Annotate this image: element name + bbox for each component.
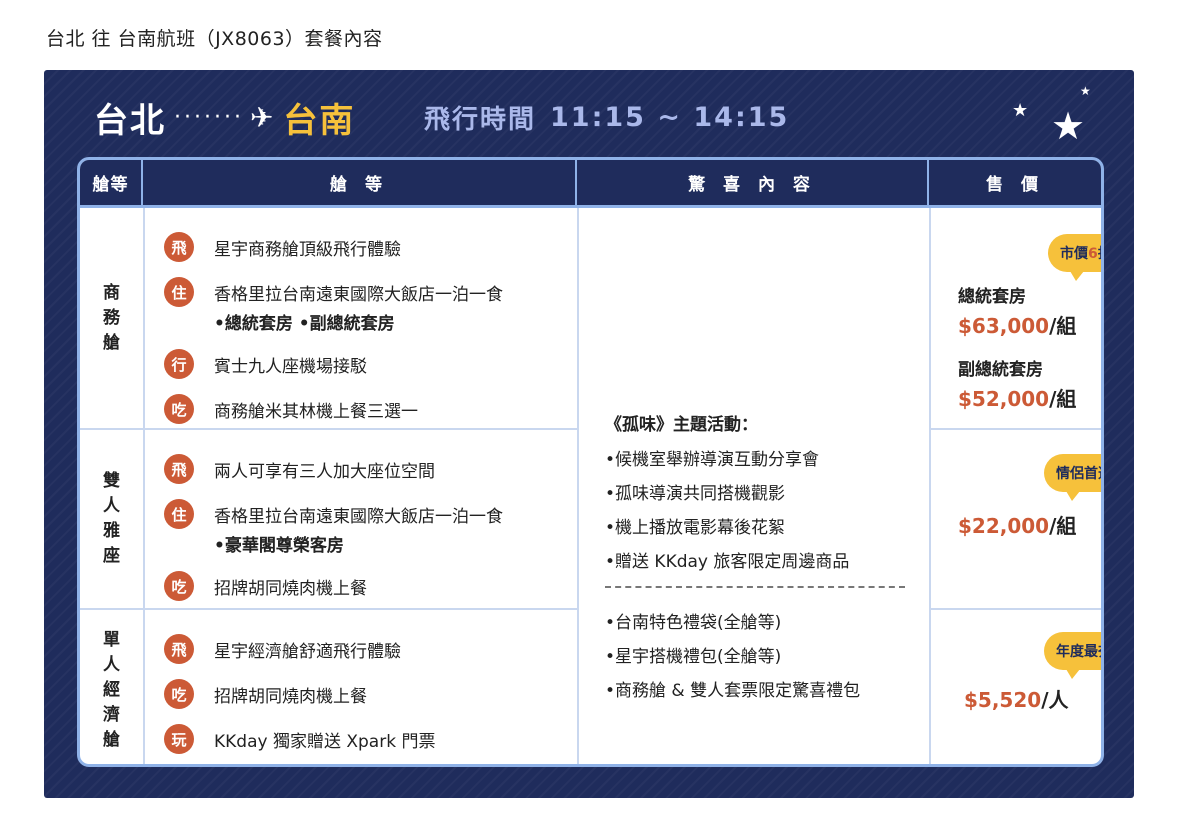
column-divider	[929, 208, 931, 764]
list-item: 行 賓士九人座機場接駁	[164, 349, 574, 379]
list-item: •候機室舉辦導演互動分享會	[605, 450, 820, 470]
perks-business: 飛 星宇商務艙頂級飛行體驗 住 香格里拉台南遠東國際大飯店一泊一食 •總統套房 …	[164, 232, 574, 424]
list-item: 玩 KKday 獨家贈送 Xpark 門票	[164, 724, 574, 754]
price-value: $5,520/人	[964, 688, 1069, 712]
surprise-heading: 《孤味》主題活動：	[605, 415, 758, 435]
list-item: 住 香格里拉台南遠東國際大飯店一泊一食 •豪華閣尊榮客房	[164, 499, 574, 556]
list-item: •機上播放電影幕後花絮	[605, 518, 786, 538]
perks-economy: 飛 星宇經濟艙舒適飛行體驗 吃 招牌胡同燒肉機上餐 玩 KKday 獨家贈送 X…	[164, 634, 574, 754]
list-item: 飛 兩人可享有三人加大座位空間	[164, 454, 574, 484]
discount-badge: 市價6折	[1048, 234, 1101, 281]
list-item: •商務艙 & 雙人套票限定驚喜禮包	[605, 681, 861, 701]
list-item: 吃 招牌胡同燒肉機上餐	[164, 679, 574, 709]
airplane-icon: ✈	[249, 100, 274, 134]
price-value: $52,000/組	[958, 387, 1077, 411]
header-class: 艙等	[80, 160, 143, 205]
star-icon: ★	[1012, 100, 1029, 121]
column-divider	[577, 208, 579, 764]
fly-tag-icon: 飛	[164, 454, 194, 484]
list-item: •孤味導演共同搭機觀影	[605, 484, 786, 504]
list-item: 吃 招牌胡同燒肉機上餐	[164, 571, 574, 601]
page-title: 台北 往 台南航班（JX8063）套餐內容	[46, 28, 383, 50]
class-couple: 雙 人 雅 座	[103, 471, 120, 566]
star-icon: ★	[1051, 104, 1086, 148]
list-item: 飛 星宇經濟艙舒適飛行體驗	[164, 634, 574, 664]
class-business: 商 務 艙	[103, 282, 120, 353]
table-header: 艙等 艙 等 驚 喜 內 容 售 價	[80, 160, 1101, 208]
price-label: 副總統套房	[958, 360, 1043, 380]
hot-badge: 年度最夯	[1044, 632, 1101, 679]
route-header: 台北 ······· ✈ 台南	[94, 92, 355, 142]
price-value: $22,000/組	[958, 514, 1077, 538]
meal-tag-icon: 吃	[164, 394, 194, 424]
origin-city: 台北	[94, 100, 166, 141]
list-item: 飛 星宇商務艙頂級飛行體驗	[164, 232, 574, 262]
surprise-content: 《孤味》主題活動： •候機室舉辦導演互動分享會 •孤味導演共同搭機觀影 •機上播…	[605, 410, 915, 710]
row-divider	[929, 428, 1101, 430]
header-content: 艙 等	[143, 160, 577, 205]
route-dots: ·······	[174, 104, 244, 130]
couple-badge: 情侶首選	[1044, 454, 1101, 501]
fly-tag-icon: 飛	[164, 232, 194, 262]
perks-couple: 飛 兩人可享有三人加大座位空間 住 香格里拉台南遠東國際大飯店一泊一食 •豪華閣…	[164, 454, 574, 601]
meal-tag-icon: 吃	[164, 571, 194, 601]
stay-tag-icon: 住	[164, 277, 194, 307]
column-divider	[143, 208, 145, 764]
list-item: 吃 商務艙米其林機上餐三選一	[164, 394, 574, 424]
row-divider	[80, 608, 577, 610]
header-price: 售 價	[986, 175, 1044, 195]
star-icon: ★	[1080, 84, 1091, 98]
price-value: $63,000/組	[958, 314, 1077, 338]
flight-time: 飛行時間 11:15 ~ 14:15	[424, 97, 789, 137]
price-label: 總統套房	[958, 287, 1026, 307]
class-economy: 單 人 經 濟 艙	[103, 629, 120, 750]
fly-tag-icon: 飛	[164, 634, 194, 664]
header-surprise: 驚 喜 內 容	[577, 160, 929, 205]
list-item: •贈送 KKday 旅客限定周邊商品	[605, 552, 850, 572]
play-tag-icon: 玩	[164, 724, 194, 754]
list-item: •台南特色禮袋(全艙等)	[605, 613, 782, 633]
flight-time-value: 11:15 ~ 14:15	[550, 101, 790, 133]
transport-tag-icon: 行	[164, 349, 194, 379]
destination-city: 台南	[283, 100, 356, 141]
dashed-divider	[605, 586, 905, 588]
flight-time-label: 飛行時間	[424, 104, 537, 135]
meal-tag-icon: 吃	[164, 679, 194, 709]
row-divider	[929, 608, 1101, 610]
package-table: 艙等 艙 等 驚 喜 內 容 售 價 商 務 艙 飛 星宇商務艙頂級飛行體驗 住…	[77, 157, 1104, 767]
stay-tag-icon: 住	[164, 499, 194, 529]
list-item: •星宇搭機禮包(全艙等)	[605, 647, 782, 667]
package-banner: 台北 ······· ✈ 台南 飛行時間 11:15 ~ 14:15 ★ ★ ★…	[44, 70, 1134, 798]
list-item: 住 香格里拉台南遠東國際大飯店一泊一食 •總統套房 •副總統套房	[164, 277, 574, 334]
row-divider	[80, 428, 577, 430]
